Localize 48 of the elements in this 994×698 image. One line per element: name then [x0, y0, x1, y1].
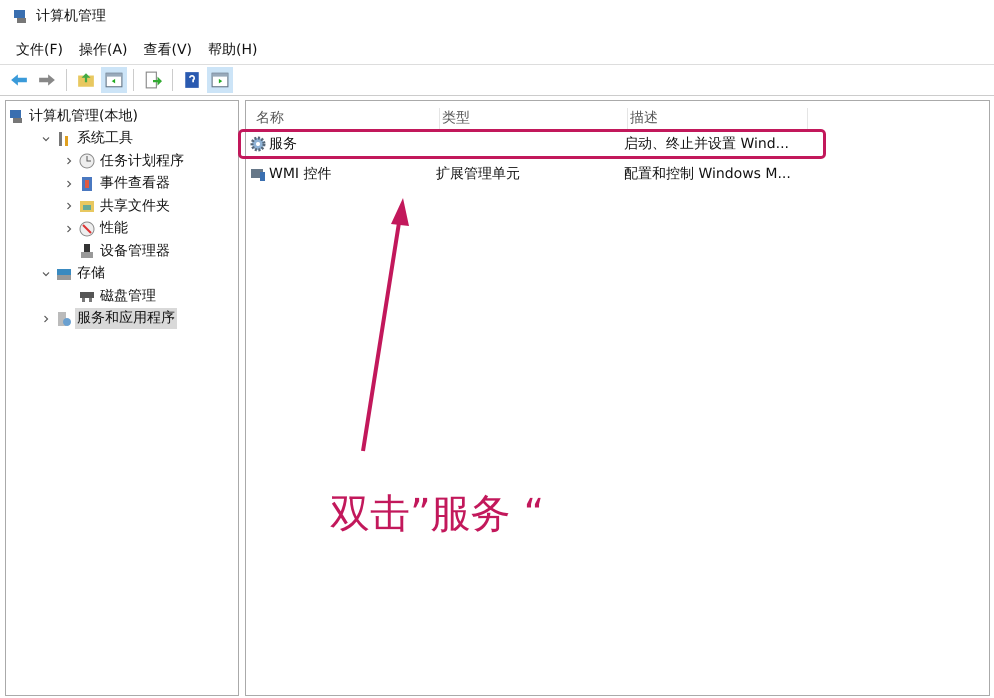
pane-icon — [211, 71, 229, 89]
tree-item[interactable]: 系统工具 — [75, 128, 135, 150]
log-icon — [79, 176, 95, 192]
folder-up-icon — [77, 71, 95, 89]
chevron-right-icon[interactable] — [65, 202, 73, 210]
clock-icon — [79, 153, 95, 170]
column-header[interactable]: 类型 — [440, 108, 628, 129]
wmi-icon — [250, 166, 266, 182]
tree-item[interactable]: 性能 — [98, 218, 130, 240]
chevron-right-icon[interactable] — [42, 314, 50, 323]
tree-item[interactable]: 计算机管理(本地) — [27, 106, 140, 127]
chevron-right-icon[interactable] — [65, 224, 73, 233]
gear-icon — [250, 136, 266, 152]
pane-button[interactable] — [101, 67, 127, 93]
menu-item[interactable]: 文件(F) — [8, 40, 71, 60]
export-icon — [144, 71, 162, 89]
computer-icon — [8, 108, 24, 124]
chevron-down-icon[interactable] — [42, 134, 50, 143]
tree-item[interactable]: 共享文件夹 — [98, 196, 172, 217]
menu-item[interactable]: 查看(V) — [136, 40, 200, 60]
list-item[interactable]: WMI 控件 — [269, 164, 332, 184]
help-icon — [183, 71, 201, 89]
tree-item[interactable]: 设备管理器 — [98, 240, 172, 262]
app-icon — [12, 8, 28, 24]
menu-item[interactable]: 帮助(H) — [200, 40, 266, 60]
device-icon — [79, 243, 95, 260]
folder-icon — [79, 198, 95, 214]
tree-item[interactable]: 服务和应用程序 — [75, 308, 177, 330]
table-cell-text: 启动、终止并设置 Wind... — [624, 134, 789, 154]
list-item[interactable]: 服务 — [269, 134, 297, 154]
column-header[interactable]: 名称 — [254, 108, 440, 129]
services-icon — [56, 310, 72, 327]
chevron-right-icon[interactable] — [65, 157, 73, 166]
window-title: 计算机管理 — [36, 6, 106, 26]
table-cell-text: 扩展管理单元 — [436, 164, 520, 184]
column-header[interactable]: 描述 — [628, 108, 808, 129]
menu-item[interactable]: 操作(A) — [70, 40, 136, 60]
tree-item[interactable]: 存储 — [75, 263, 107, 284]
annotation-text: 双击”服务 “ — [330, 490, 544, 539]
gauge-icon — [79, 220, 95, 237]
pane-icon — [105, 71, 123, 89]
chevron-right-icon[interactable] — [65, 180, 73, 188]
pane-button[interactable] — [207, 67, 233, 93]
chevron-down-icon[interactable] — [42, 270, 50, 278]
tree-item[interactable]: 任务计划程序 — [98, 150, 186, 172]
tree-item[interactable]: 事件查看器 — [98, 173, 172, 194]
tree-item[interactable]: 磁盘管理 — [98, 286, 158, 307]
table-cell-text: 配置和控制 Windows M... — [624, 164, 791, 184]
